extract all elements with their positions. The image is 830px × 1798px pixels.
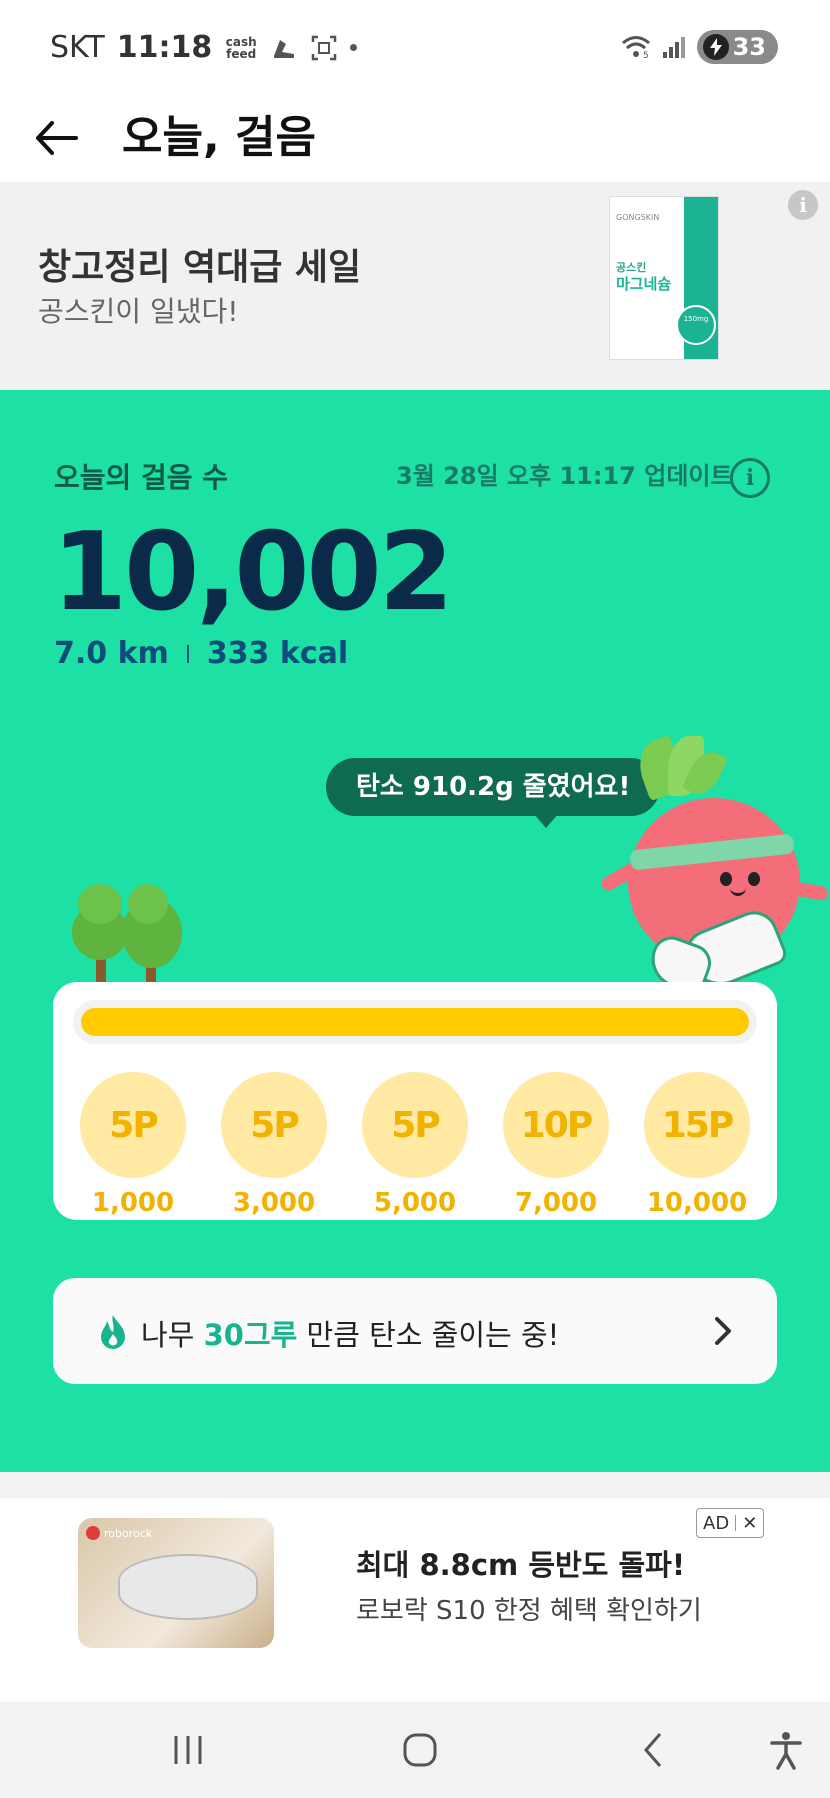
ad-brand-name: roborock [104, 1526, 153, 1540]
robot-vacuum-image [118, 1554, 258, 1620]
cashfeed-line2: feed [226, 46, 257, 61]
promo-product-image: GONGSKIN 공스킨 마그네슘 150mg [609, 196, 719, 360]
ad-info-icon[interactable]: i [788, 190, 818, 220]
product-brand: GONGSKIN [616, 213, 660, 222]
milestone-steps: 1,000 [91, 1188, 175, 1218]
screenshot-icon [311, 35, 337, 60]
charging-icon [702, 34, 729, 60]
ad-subtitle: 로보락 S10 한정 혜택 확인하기 [356, 1596, 702, 1626]
tree-carbon-message: 나무 30그루 만큼 탄소 줄이는 중! [141, 1312, 559, 1354]
milestone-item[interactable]: 5P 5,000 [361, 1072, 469, 1218]
promo-title: 창고정리 역대급 세일 [38, 247, 362, 288]
milestone-steps: 10,000 [646, 1188, 748, 1218]
signal-icon [662, 37, 685, 58]
tree-count-highlight: 30그루 [203, 1318, 298, 1352]
ad-badge-divider [735, 1515, 737, 1531]
battery-indicator: 33 [696, 30, 778, 64]
milestone-list: 5P 1,000 5P 3,000 5P 5,000 10P 7,000 15P 10,000 [79, 1072, 751, 1218]
milestone-steps: 5,000 [373, 1188, 457, 1218]
accessibility-icon[interactable] [766, 1730, 806, 1770]
step-progress-track [73, 1000, 757, 1044]
promo-subtitle: 공스킨이 일냈다! [38, 295, 239, 328]
calories-value: 333 kcal [206, 636, 349, 671]
home-icon[interactable] [400, 1730, 440, 1770]
milestone-steps: 7,000 [514, 1188, 598, 1218]
milestone-steps: 3,000 [232, 1188, 316, 1218]
carbon-speech-bubble: 탄소 910.2g 줄였어요! [326, 758, 661, 816]
milestone-item[interactable]: 5P 1,000 [79, 1072, 187, 1218]
reward-coin: 10P [503, 1072, 609, 1178]
speech-bubble-tail [534, 814, 558, 828]
reward-coin: 5P [221, 1072, 327, 1178]
reward-coin: 5P [80, 1072, 186, 1178]
carrier-label: SKT [50, 30, 105, 65]
notification-dot-icon [350, 44, 358, 51]
steps-section: 오늘의 걸음 수 3월 28일 오후 11:17 업데이트 i 10,002 7… [0, 390, 830, 1472]
product-name-line2: 마그네슘 [616, 275, 672, 293]
clock: 11:18 [116, 30, 213, 65]
chevron-right-icon [715, 1317, 731, 1345]
ad-title: 최대 8.8cm 등반도 돌파! [356, 1548, 686, 1582]
steps-label: 오늘의 걸음 수 [54, 461, 229, 494]
ad-brand-logo: roborock [86, 1526, 152, 1540]
distance-value: 7.0 km [54, 636, 169, 671]
back-arrow-icon[interactable] [30, 108, 90, 168]
recent-apps-icon[interactable] [168, 1730, 208, 1770]
page-title: 오늘, 걸음 [122, 112, 316, 163]
running-shoe-icon [274, 39, 295, 58]
update-info-icon[interactable]: i [730, 458, 770, 498]
status-bar: SKT 11:18 cash feed 5 33 [0, 0, 830, 96]
tree-msg-prefix: 나무 [141, 1318, 204, 1352]
step-count: 10,002 [52, 510, 454, 635]
milestone-item[interactable]: 10P 7,000 [502, 1072, 610, 1218]
updated-timestamp: 3월 28일 오후 11:17 업데이트 [396, 462, 733, 490]
system-nav-bar [0, 1702, 830, 1798]
tree-illustration [66, 884, 186, 984]
wifi-icon: 5 [621, 36, 650, 60]
ad-image: roborock [78, 1518, 274, 1648]
milestone-item[interactable]: 5P 3,000 [220, 1072, 328, 1218]
ad-banner[interactable]: roborock 최대 8.8cm 등반도 돌파! 로보락 S10 한정 혜택 … [0, 1472, 830, 1702]
step-rewards-card: 5P 1,000 5P 3,000 5P 5,000 10P 7,000 15P 10,000 [53, 982, 777, 1220]
tree-carbon-card[interactable]: 나무 30그루 만큼 탄소 줄이는 중! [53, 1278, 777, 1384]
milestone-item[interactable]: 15P 10,000 [643, 1072, 751, 1218]
stats-divider [186, 644, 189, 663]
wifi-badge: 5 [643, 51, 649, 60]
flame-icon [101, 1315, 125, 1349]
cashfeed-icon: cash feed [224, 36, 258, 60]
product-dose-badge: 150mg [676, 305, 716, 345]
reward-coin: 5P [362, 1072, 468, 1178]
ad-label: AD [703, 1512, 730, 1534]
walk-stats: 7.0 km 333 kcal [54, 636, 348, 671]
ad-badge[interactable]: AD ✕ [696, 1508, 765, 1538]
back-nav-icon[interactable] [634, 1730, 674, 1770]
ad-close-icon[interactable]: ✕ [742, 1513, 757, 1534]
app-header: 오늘, 걸음 [0, 96, 830, 182]
step-progress-fill [81, 1008, 749, 1036]
battery-level: 33 [732, 33, 766, 61]
reward-coin: 15P [644, 1072, 750, 1178]
promo-banner[interactable]: 창고정리 역대급 세일 공스킨이 일냈다! GONGSKIN 공스킨 마그네슘 … [0, 182, 830, 390]
tree-msg-suffix: 만큼 탄소 줄이는 중! [297, 1318, 560, 1352]
